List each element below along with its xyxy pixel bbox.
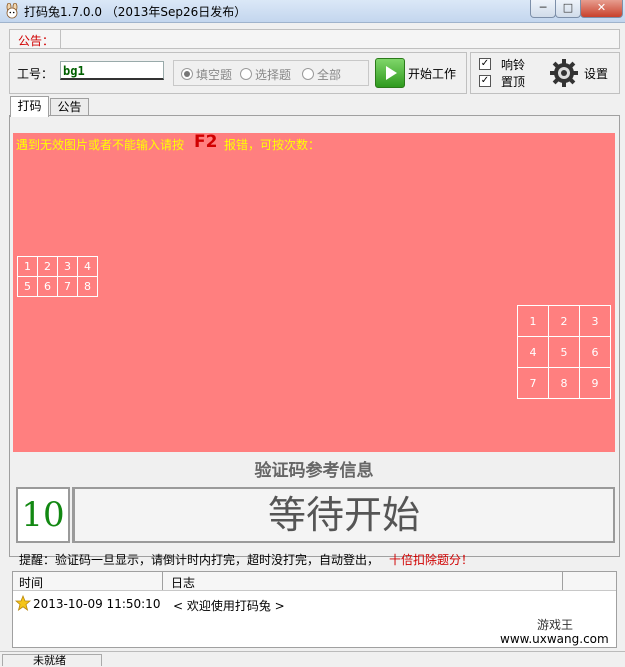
grid-cell[interactable]: 3: [57, 256, 78, 277]
captcha-answer-status: 等待开始: [72, 487, 615, 543]
settings-label[interactable]: 设置: [584, 65, 608, 82]
options-panel: ✓ 响铃 ✓ 置顶 设置: [470, 52, 620, 94]
radio-all-label: 全部: [317, 68, 342, 82]
watermark-url: www.uxwang.com: [500, 632, 609, 646]
grid-cell[interactable]: 2: [37, 256, 58, 277]
reminder-text: 提醒：验证码一旦显示，请倒计时内打完，超时没打完，自动登出， 十倍扣除题分！: [19, 551, 473, 568]
tab-notice[interactable]: 公告: [50, 98, 89, 116]
start-work-label: 开始工作: [408, 67, 457, 81]
grid-cell[interactable]: 3: [579, 305, 611, 337]
app-rabbit-icon: [6, 3, 18, 19]
grid-cell[interactable]: 8: [77, 276, 98, 297]
column-header-time[interactable]: 时间: [19, 574, 43, 591]
radio-dot-icon: [302, 68, 314, 80]
large-position-grid: 1 2 3 4 5 6 7 8 9: [517, 305, 611, 399]
notice-bar: 公告：: [9, 29, 620, 49]
reminder-message: 提醒：验证码一旦显示，请倒计时内打完，超时没打完，自动登出，: [19, 553, 380, 567]
radio-multiple-choice-label: 选择题: [255, 68, 292, 82]
captcha-display-area[interactable]: 遇到无效图片或者不能输入请按 F2 报错，可按次数： 1 2 3 4 5 6 7…: [13, 132, 615, 452]
radio-all[interactable]: 全部: [302, 66, 341, 83]
log-header: 时间 日志: [13, 572, 616, 591]
worker-id-input[interactable]: bg1: [60, 61, 164, 80]
countdown-timer: 10: [16, 487, 70, 543]
tab-captcha[interactable]: 打码: [10, 96, 49, 117]
status-bar: 未就绪: [0, 651, 625, 667]
minimize-button[interactable]: ─: [530, 0, 556, 18]
captcha-reference-title: 验证码参考信息: [254, 461, 374, 481]
reminder-warning: 十倍扣除题分！: [389, 553, 474, 567]
question-mode-group: 填空题 选择题 全部: [173, 60, 369, 86]
notice-divider: [60, 30, 61, 48]
grid-cell[interactable]: 1: [17, 256, 38, 277]
always-on-top-checkbox[interactable]: ✓: [479, 75, 491, 87]
star-icon: [15, 595, 31, 611]
error-hint-text: 遇到无效图片或者不能输入请按: [16, 138, 185, 152]
error-count-text: 报错，可按次数：: [224, 138, 321, 152]
gear-icon[interactable]: [549, 58, 579, 88]
grid-cell[interactable]: 5: [17, 276, 38, 297]
status-bar-text: 未就绪: [2, 654, 102, 667]
grid-cell[interactable]: 7: [57, 276, 78, 297]
grid-cell[interactable]: 4: [77, 256, 98, 277]
column-divider[interactable]: [162, 572, 163, 590]
f2-key-label: F2: [194, 132, 218, 152]
grid-cell[interactable]: 2: [548, 305, 580, 337]
ring-label: 响铃: [501, 58, 526, 72]
close-button[interactable]: ✕: [580, 0, 623, 18]
column-divider[interactable]: [562, 572, 563, 590]
watermark-title: 游戏王: [537, 618, 574, 632]
radio-dot-icon: [240, 68, 252, 80]
start-work-button[interactable]: 开始工作: [375, 57, 463, 88]
grid-cell[interactable]: 1: [517, 305, 549, 337]
notice-label: 公告：: [18, 34, 55, 48]
radio-fill-blank[interactable]: 填空题: [181, 66, 232, 83]
grid-cell[interactable]: 6: [37, 276, 58, 297]
title-bar: 打码兔1.7.0.0 （2013年Sep26日发布） ─ □ ✕: [0, 0, 625, 23]
column-header-log[interactable]: 日志: [171, 574, 195, 591]
radio-dot-icon: [181, 68, 193, 80]
small-position-grid: 1 2 3 4 5 6 7 8: [17, 256, 98, 297]
window-title: 打码兔1.7.0.0 （2013年Sep26日发布）: [24, 5, 247, 19]
radio-fill-blank-label: 填空题: [196, 68, 233, 82]
grid-cell[interactable]: 5: [548, 336, 580, 368]
grid-cell[interactable]: 9: [579, 367, 611, 399]
radio-multiple-choice[interactable]: 选择题: [240, 66, 291, 83]
grid-cell[interactable]: 6: [579, 336, 611, 368]
ring-checkbox[interactable]: ✓: [479, 58, 491, 70]
worker-id-label: 工号：: [17, 67, 54, 81]
always-on-top-label: 置顶: [501, 75, 526, 89]
grid-cell[interactable]: 7: [517, 367, 549, 399]
grid-cell[interactable]: 4: [517, 336, 549, 368]
maximize-button[interactable]: □: [555, 0, 581, 18]
grid-cell[interactable]: 8: [548, 367, 580, 399]
play-icon: [375, 58, 405, 88]
worker-panel: 工号： bg1 填空题 选择题 全部 开始工作: [9, 52, 467, 94]
log-row-message: < 欢迎使用打码兔 >: [173, 599, 285, 613]
log-row-time: 2013-10-09 11:50:10: [33, 597, 161, 611]
